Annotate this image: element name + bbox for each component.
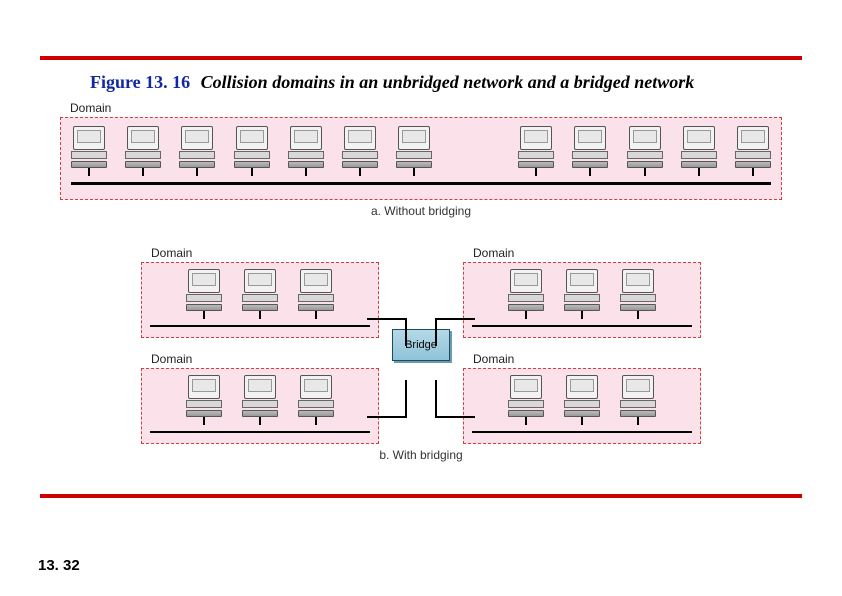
host-computer-icon	[125, 126, 161, 176]
domain-bl: Domain	[141, 368, 379, 444]
domain-label-bl: Domain	[149, 352, 194, 366]
diagram-b: Domain Domain Bridge	[141, 246, 701, 444]
host-computer-icon	[735, 126, 771, 176]
bus-a	[71, 182, 771, 185]
host-computer-icon	[185, 375, 223, 425]
host-row-tr	[472, 269, 692, 319]
domain-tl: Domain	[141, 262, 379, 338]
host-computer-icon	[563, 269, 601, 319]
domain-label-a: Domain	[68, 101, 113, 115]
top-rule	[40, 56, 802, 60]
bus-gap	[450, 126, 500, 176]
bridge-device: Bridge	[392, 329, 450, 361]
host-computer-icon	[241, 375, 279, 425]
host-computer-icon	[396, 126, 432, 176]
bus-tr	[472, 325, 692, 327]
host-computer-icon	[288, 126, 324, 176]
host-computer-icon	[342, 126, 378, 176]
host-computer-icon	[507, 375, 545, 425]
figure-caption: Collision domains in an unbridged networ…	[201, 72, 695, 92]
domain-label-tl: Domain	[149, 246, 194, 260]
page-number: 13. 32	[38, 557, 80, 574]
host-computer-icon	[179, 126, 215, 176]
host-computer-icon	[185, 269, 223, 319]
host-row-bl	[150, 375, 370, 425]
bus-br	[472, 431, 692, 433]
host-computer-icon	[241, 269, 279, 319]
host-row-a	[71, 126, 771, 176]
collision-domain-tl	[141, 262, 379, 338]
host-computer-icon	[234, 126, 270, 176]
host-computer-icon	[572, 126, 608, 176]
host-computer-icon	[297, 269, 335, 319]
collision-domain-tr	[463, 262, 701, 338]
domain-tr: Domain	[463, 262, 701, 338]
host-row-br	[472, 375, 692, 425]
host-computer-icon	[619, 269, 657, 319]
collision-domain-bl	[141, 368, 379, 444]
host-computer-icon	[507, 269, 545, 319]
host-computer-icon	[297, 375, 335, 425]
bus-bl	[150, 431, 370, 433]
host-computer-icon	[563, 375, 601, 425]
host-row-tl	[150, 269, 370, 319]
domain-label-tr: Domain	[471, 246, 516, 260]
figure-number: Figure 13. 16	[90, 72, 190, 92]
diagram-a: Domain	[60, 117, 782, 200]
figure-title: Figure 13. 16 Collision domains in an un…	[90, 72, 802, 93]
host-computer-icon	[518, 126, 554, 176]
host-computer-icon	[681, 126, 717, 176]
domain-br: Domain	[463, 368, 701, 444]
bus-tl	[150, 325, 370, 327]
domain-label-br: Domain	[471, 352, 516, 366]
caption-a: a. Without bridging	[60, 204, 782, 218]
caption-b: b. With bridging	[141, 448, 701, 462]
collision-domain-unbridged	[60, 117, 782, 200]
collision-domain-br	[463, 368, 701, 444]
host-computer-icon	[619, 375, 657, 425]
bridge-label: Bridge	[405, 339, 437, 351]
bottom-rule	[40, 494, 802, 498]
host-computer-icon	[627, 126, 663, 176]
bridge-cell: Bridge	[391, 329, 451, 361]
host-computer-icon	[71, 126, 107, 176]
